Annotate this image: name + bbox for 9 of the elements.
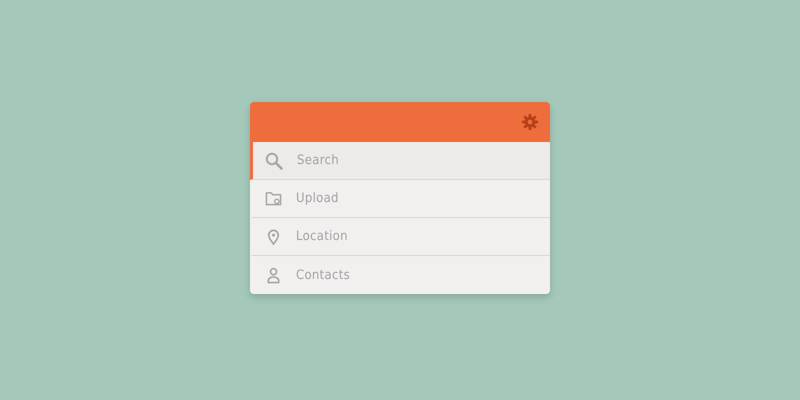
search-icon [265,152,283,170]
folder-icon [265,190,282,207]
menu-item[interactable]: Contacts [250,256,550,294]
menu-item[interactable]: Location [250,218,550,256]
settings-icon[interactable] [521,113,539,131]
menu-item[interactable]: Upload [250,180,550,218]
person-icon [265,266,282,284]
location-pin-icon [265,228,282,245]
menu-item[interactable]: Search [250,142,550,180]
